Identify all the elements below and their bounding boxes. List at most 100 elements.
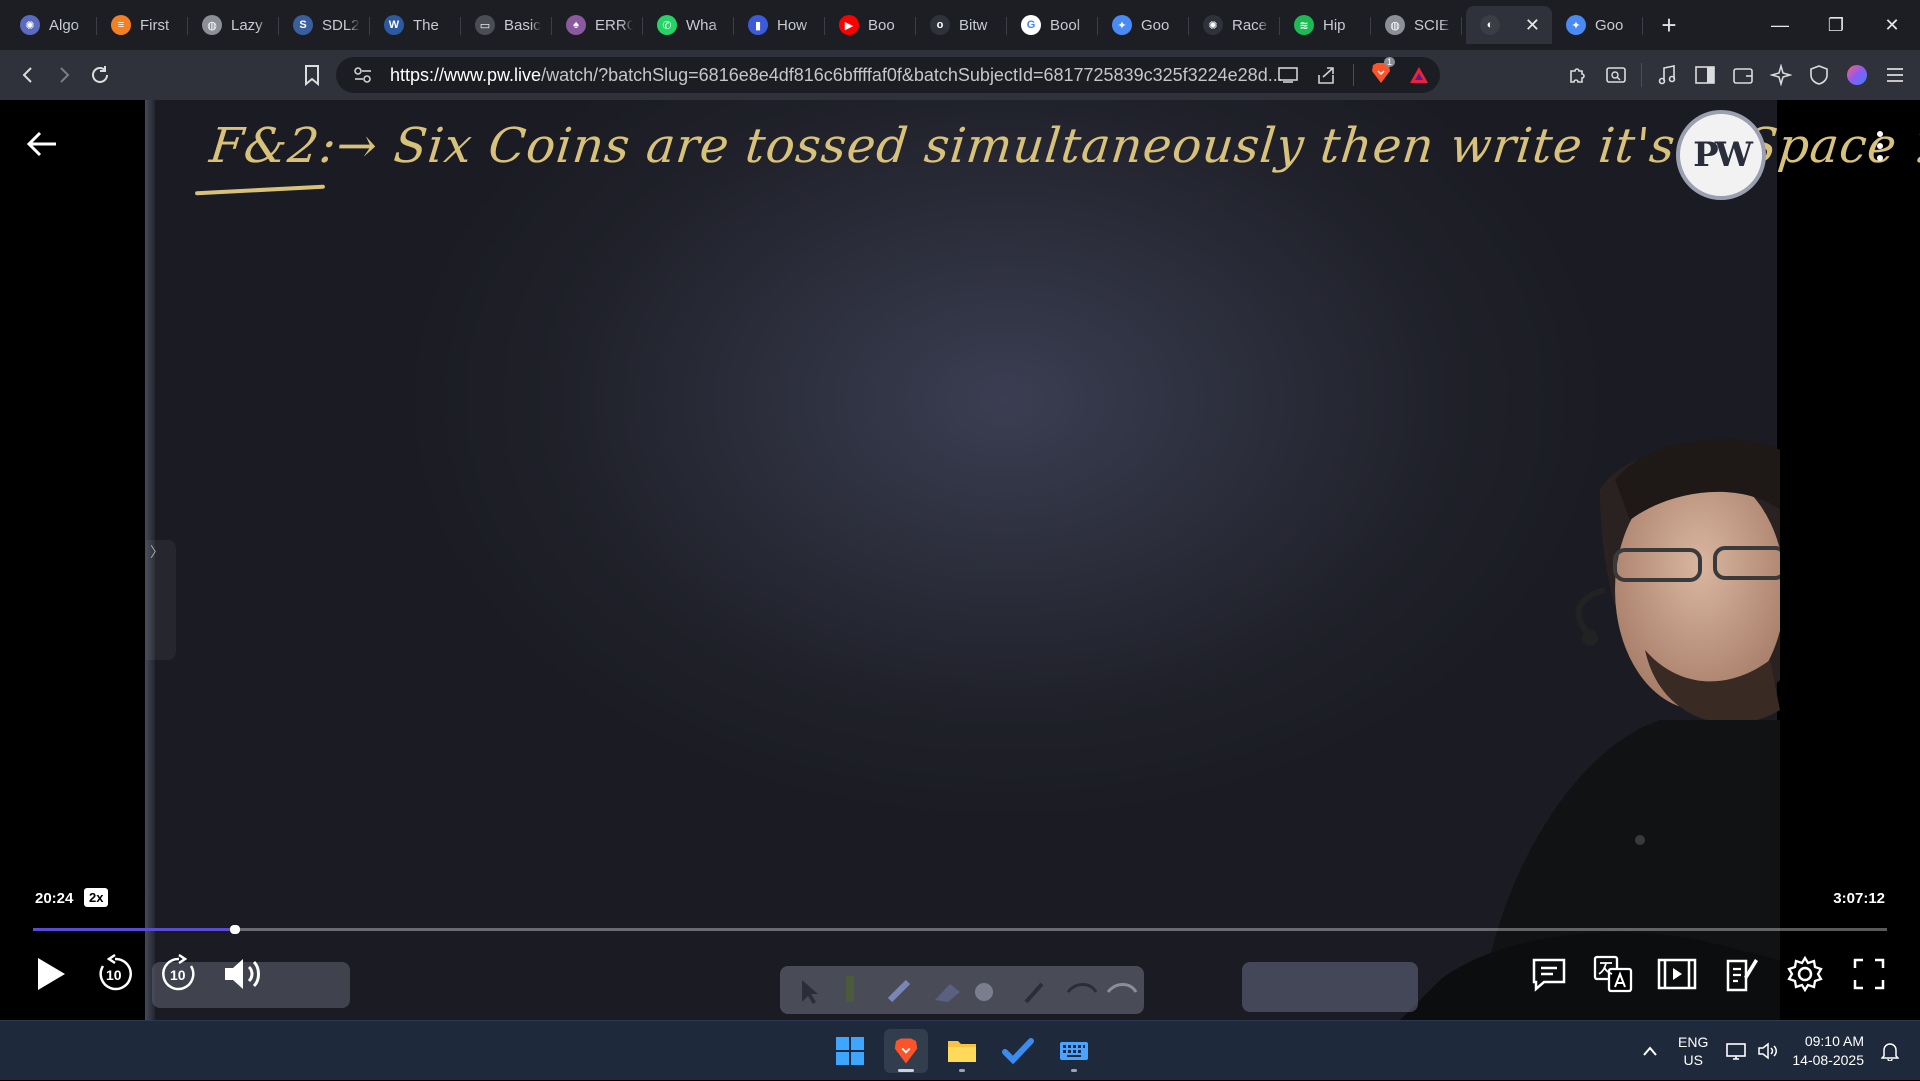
checkmark-icon: [1002, 1038, 1034, 1065]
tab-17[interactable]: ✦ Goo: [1552, 6, 1643, 44]
tab-title: Bool: [1050, 16, 1081, 34]
tab-6[interactable]: ▭ Basic: [461, 6, 552, 44]
close-window-button[interactable]: ✕: [1864, 0, 1920, 50]
sparkle-icon: [1770, 64, 1792, 86]
network-button[interactable]: [1720, 1041, 1752, 1061]
side-panel-toggle[interactable]: 〉: [146, 540, 176, 660]
tab-title: How: [777, 16, 808, 34]
media-button[interactable]: [1648, 56, 1686, 94]
playback-speed-badge[interactable]: 2x: [84, 888, 109, 907]
start-button[interactable]: [828, 1029, 872, 1073]
gear-icon: [1787, 955, 1823, 993]
tab-3[interactable]: ◍ Lazy: [188, 6, 279, 44]
close-tab-button[interactable]: ✕: [1525, 15, 1540, 36]
site-settings-icon[interactable]: [348, 66, 378, 84]
tab-14[interactable]: ✺ Race: [1189, 6, 1280, 44]
new-tab-button[interactable]: +: [1649, 10, 1689, 41]
volume-tray-button[interactable]: [1752, 1041, 1784, 1061]
translate-button[interactable]: [1592, 953, 1634, 995]
wallet-button[interactable]: [1724, 56, 1762, 94]
show-hidden-icons-button[interactable]: [1634, 1045, 1666, 1057]
minimize-button[interactable]: —: [1752, 0, 1808, 50]
seek-bar-handle[interactable]: [230, 925, 240, 934]
back-button[interactable]: [10, 57, 46, 93]
tab-1[interactable]: ✺ Algo: [6, 6, 97, 44]
rewind-10-button[interactable]: 10: [94, 953, 136, 995]
settings-button[interactable]: [1784, 953, 1826, 995]
forward-10-button[interactable]: 10: [158, 953, 200, 995]
tab-13[interactable]: ✦ Goo: [1098, 6, 1189, 44]
tab-active-pw[interactable]: ◐ ✕: [1466, 6, 1552, 44]
generic-tab-icon: ▭: [475, 15, 495, 35]
tab-4[interactable]: S SDL2: [279, 6, 370, 44]
seek-bar-played: [33, 928, 235, 931]
tab-12[interactable]: G Bool: [1007, 6, 1098, 44]
profile-avatar-icon: [1847, 65, 1867, 85]
language-indicator[interactable]: ENG US: [1678, 1033, 1708, 1069]
tab-title: Algo: [49, 16, 80, 34]
mini-player-button[interactable]: [1656, 953, 1698, 995]
extensions-button[interactable]: [1559, 56, 1597, 94]
brave-rewards-icon[interactable]: [1408, 65, 1430, 85]
shields-count-badge: 1: [1384, 56, 1396, 67]
todo-taskbar-button[interactable]: [996, 1029, 1040, 1073]
keyboard-region: US: [1683, 1052, 1703, 1068]
brave-taskbar-button[interactable]: [884, 1029, 928, 1073]
tab-10[interactable]: ▶ Boo: [825, 6, 916, 44]
forward-button[interactable]: [46, 57, 82, 93]
bookmark-blue-icon: ▮: [748, 15, 768, 35]
vpn-button[interactable]: [1800, 56, 1838, 94]
tab-5[interactable]: W The: [370, 6, 461, 44]
forward-seconds: 10: [170, 967, 186, 983]
clock-date: 14-08-2025: [1792, 1052, 1864, 1068]
tab-8[interactable]: ✆ Wha: [643, 6, 734, 44]
seek-bar[interactable]: [33, 925, 1887, 934]
url-path: /watch/?batchSlug=6816e8e4df816c6bffffaf…: [541, 64, 1283, 85]
profile-button[interactable]: [1838, 56, 1876, 94]
windows-logo-icon: [836, 1037, 864, 1065]
chat-button[interactable]: [1528, 953, 1570, 995]
folder-icon: [948, 1041, 976, 1062]
tab-15[interactable]: ≋ Hip: [1280, 6, 1371, 44]
tab-title: Lazy: [231, 16, 263, 34]
chevron-up-icon: [1643, 1046, 1657, 1056]
file-explorer-taskbar-button[interactable]: [940, 1029, 984, 1073]
origin-icon: o: [930, 15, 950, 35]
restore-button[interactable]: ❐: [1808, 0, 1864, 50]
url-text[interactable]: https://www.pw.live/watch/?batchSlug=681…: [390, 65, 1283, 86]
notifications-button[interactable]: [1874, 1041, 1906, 1061]
address-bar[interactable]: https://www.pw.live/watch/?batchSlug=681…: [336, 56, 1440, 93]
puzzle-icon: [1570, 68, 1585, 83]
tab-title: Goo: [1141, 16, 1170, 34]
leo-ai-button[interactable]: [1762, 56, 1800, 94]
play-button[interactable]: [30, 953, 72, 995]
tab-2[interactable]: ≡ First: [97, 6, 188, 44]
bookmark-button[interactable]: [294, 57, 330, 93]
cast-icon[interactable]: [1277, 66, 1299, 84]
tab-7[interactable]: ♠ ERRO: [552, 6, 643, 44]
reader-mode-button[interactable]: [1597, 56, 1635, 94]
volume-button[interactable]: [222, 953, 264, 995]
player-controls-right: [1528, 953, 1890, 995]
whatsapp-icon: ✆: [657, 15, 677, 35]
tab-16[interactable]: ◍ SCIE: [1371, 6, 1462, 44]
notes-button[interactable]: [1720, 953, 1762, 995]
share-icon[interactable]: [1315, 65, 1337, 85]
music-note-icon: [1658, 65, 1676, 85]
touch-keyboard-taskbar-button[interactable]: [1052, 1029, 1096, 1073]
system-tray: ENG US 09:10 AM 14-08-2025: [1634, 1021, 1920, 1081]
picture-in-picture-icon: [1657, 958, 1697, 990]
player-more-options-button[interactable]: [1862, 126, 1898, 166]
brave-shields-button[interactable]: 1: [1370, 56, 1396, 90]
video-player[interactable]: F&2:→ Six Coins are tossed simultaneousl…: [0, 100, 1920, 1020]
menu-button[interactable]: [1876, 56, 1914, 94]
fullscreen-button[interactable]: [1848, 953, 1890, 995]
player-controls-left: 10 10: [30, 953, 264, 995]
tab-11[interactable]: o Bitw: [916, 6, 1007, 44]
player-back-button[interactable]: [24, 126, 64, 162]
reload-button[interactable]: [82, 57, 118, 93]
language-code: ENG: [1678, 1034, 1709, 1050]
clock[interactable]: 09:10 AM 14-08-2025: [1792, 1032, 1864, 1070]
sidebar-toggle-button[interactable]: [1686, 56, 1724, 94]
tab-9[interactable]: ▮ How: [734, 6, 825, 44]
